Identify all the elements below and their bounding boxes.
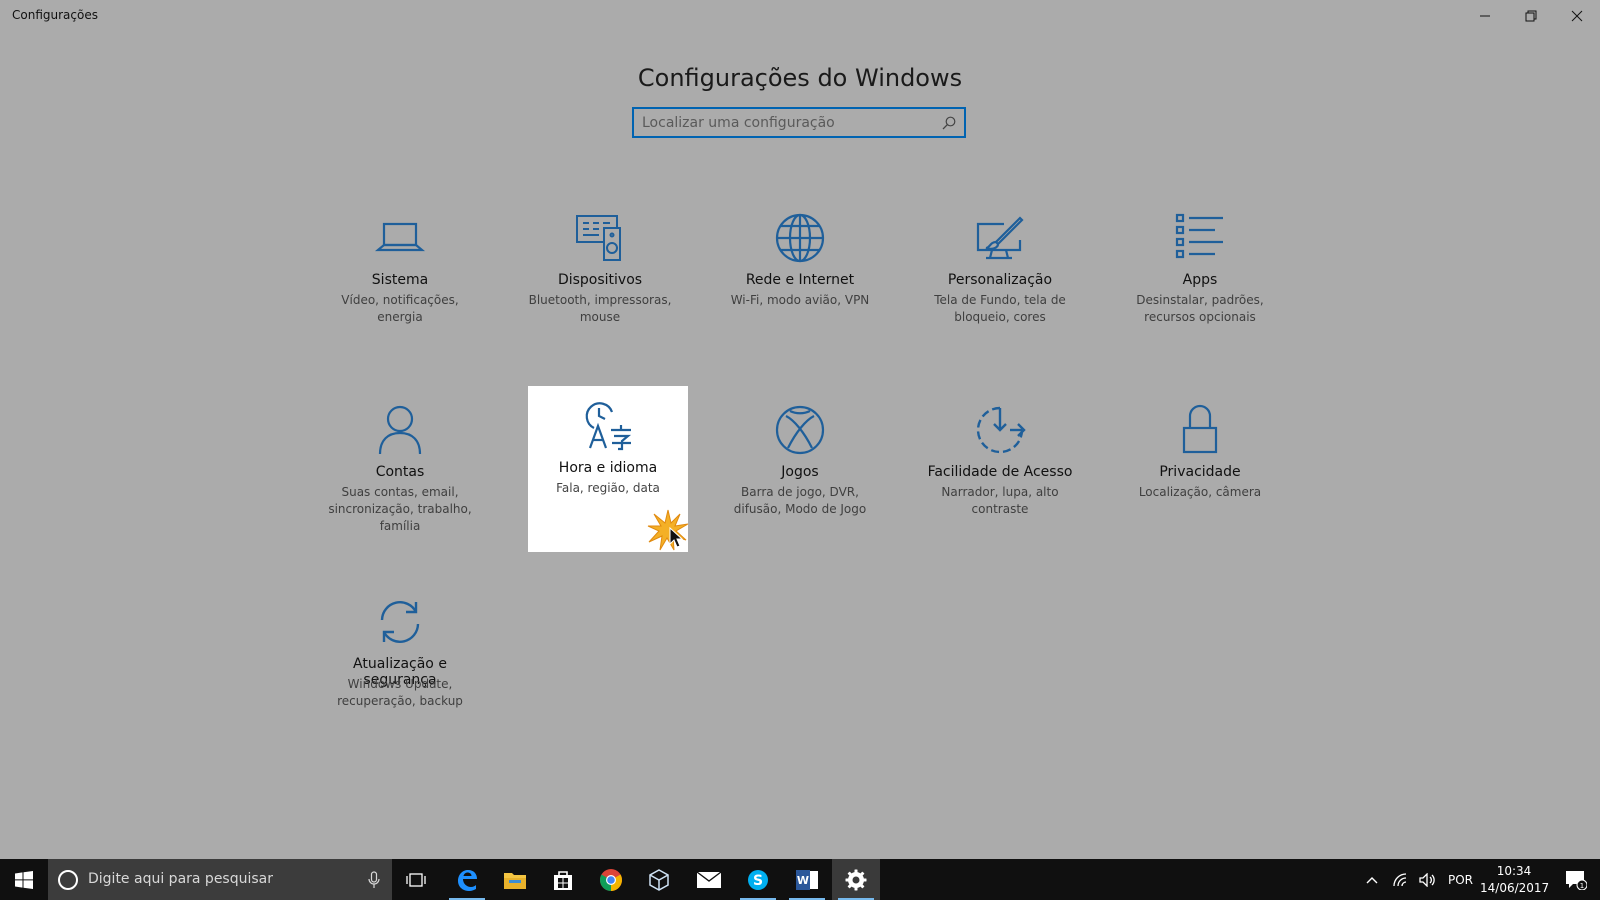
start-button[interactable] (0, 859, 48, 900)
restore-button[interactable] (1508, 0, 1554, 32)
taskbar-word[interactable]: W (783, 859, 831, 900)
close-button[interactable] (1554, 0, 1600, 32)
input-language-indicator[interactable]: POR (1448, 873, 1473, 887)
edge-icon (458, 869, 477, 891)
tile-description: Localização, câmera (1138, 485, 1262, 499)
tile-title: Apps (1182, 272, 1218, 288)
notification-icon: 1 (1566, 870, 1587, 890)
title-bar: Configurações (0, 0, 1600, 32)
tile-title: Jogos (781, 464, 819, 480)
tile-title: Hora e idioma (558, 460, 658, 476)
settings-search-input[interactable] (642, 109, 932, 136)
devices-icon (574, 212, 626, 264)
tile-jogos[interactable]: Jogos Barra de jogo, DVR, difusão, Modo … (720, 390, 880, 556)
minimize-button[interactable] (1462, 0, 1508, 32)
tile-personalizacao[interactable]: Personalização Tela de Fundo, tela de bl… (920, 198, 1080, 364)
notification-count: 1 (1580, 882, 1584, 890)
mail-icon (696, 870, 722, 888)
tile-description: Desinstalar, padrões, recursos opcionais (1136, 293, 1264, 324)
xbox-icon (774, 404, 826, 456)
lock-icon (1174, 404, 1226, 456)
taskbar-search-box[interactable]: Digite aqui para pesquisar (48, 859, 392, 900)
clock-time: 10:34 (1496, 864, 1532, 878)
time-language-icon (582, 400, 634, 452)
settings-search-box[interactable] (632, 107, 966, 138)
window-title: Configurações (12, 8, 98, 22)
taskbar-mail[interactable] (685, 859, 733, 900)
svg-text:S: S (753, 873, 763, 889)
file-explorer-icon (504, 872, 526, 889)
taskbar-file-explorer[interactable] (491, 859, 539, 900)
tile-description: Vídeo, notificações, energia (341, 293, 459, 324)
chrome-icon (600, 868, 622, 891)
taskbar-edge[interactable] (443, 859, 491, 900)
tile-description: Fala, região, data (556, 481, 660, 495)
minimize-icon (1480, 15, 1490, 17)
tile-description: Windows Update, recuperação, backup (337, 677, 463, 708)
tile-description: Barra de jogo, DVR, difusão, Modo de Jog… (733, 485, 867, 516)
close-icon (1571, 10, 1583, 22)
speaker-icon (1419, 872, 1435, 887)
personalization-icon (974, 212, 1026, 264)
task-view-button[interactable] (392, 859, 440, 900)
chevron-up-icon (1366, 876, 1378, 883)
tile-facilidade-acesso[interactable]: Facilidade de Acesso Narrador, lupa, alt… (920, 390, 1080, 556)
svg-text:W: W (797, 874, 809, 887)
update-sync-icon (374, 596, 426, 648)
apps-list-icon (1174, 212, 1226, 264)
search-icon[interactable] (942, 116, 956, 130)
tile-title: Privacidade (1159, 464, 1241, 480)
tile-atualizacao-seguranca[interactable]: Atualização e segurança Windows Update, … (320, 582, 480, 748)
laptop-icon (374, 212, 426, 264)
taskbar-chrome[interactable] (587, 859, 635, 900)
person-icon (374, 404, 426, 456)
page-title: Configurações do Windows (637, 64, 963, 93)
start-icon (15, 870, 33, 889)
tile-title: Sistema (371, 272, 429, 288)
taskbar-clock[interactable]: 10:34 14/06/2017 (1480, 863, 1550, 897)
tile-title: Facilidade de Acesso (927, 464, 1073, 480)
wifi-icon (1393, 872, 1407, 886)
task-view-icon (406, 872, 426, 887)
cortana-icon[interactable] (58, 870, 78, 890)
taskbar-search-placeholder: Digite aqui para pesquisar (88, 871, 274, 887)
virtualbox-icon (649, 868, 669, 891)
tile-description: Tela de Fundo, tela de bloqueio, cores (934, 293, 1066, 324)
tile-description: Narrador, lupa, alto contraste (941, 485, 1059, 516)
taskbar-skype[interactable]: S (734, 859, 782, 900)
tile-dispositivos[interactable]: Dispositivos Bluetooth, impressoras, mou… (520, 198, 680, 364)
store-icon (554, 870, 572, 890)
skype-icon: S (748, 869, 768, 890)
word-icon: W (796, 869, 818, 890)
taskbar-settings[interactable] (832, 859, 880, 900)
settings-grid: Sistema Vídeo, notificações, energia Dis… (320, 198, 1320, 738)
tile-contas[interactable]: Contas Suas contas, email, sincronização… (320, 390, 480, 556)
tile-description: Suas contas, email, sincronização, traba… (328, 485, 472, 533)
tile-title: Personalização (947, 272, 1053, 288)
ease-of-access-icon (974, 404, 1026, 456)
clock-date: 14/06/2017 (1480, 881, 1550, 895)
tile-description: Bluetooth, impressoras, mouse (528, 293, 672, 324)
tile-title: Rede e Internet (745, 272, 855, 288)
show-hidden-icons-button[interactable] (1358, 859, 1386, 900)
action-center-button[interactable]: 1 (1552, 859, 1600, 900)
network-button[interactable] (1386, 859, 1414, 900)
taskbar-virtualbox[interactable] (635, 859, 683, 900)
volume-button[interactable] (1414, 859, 1442, 900)
microphone-icon[interactable] (368, 871, 380, 889)
tile-rede-internet[interactable]: Rede e Internet Wi-Fi, modo avião, VPN (720, 198, 880, 364)
mouse-cursor-icon (647, 509, 689, 551)
restore-icon (1525, 10, 1537, 22)
tile-privacidade[interactable]: Privacidade Localização, câmera (1120, 390, 1280, 556)
tile-description: Wi-Fi, modo avião, VPN (730, 293, 870, 307)
settings-gear-icon (845, 869, 867, 890)
tile-sistema[interactable]: Sistema Vídeo, notificações, energia (320, 198, 480, 364)
tile-apps[interactable]: Apps Desinstalar, padrões, recursos opci… (1120, 198, 1280, 364)
taskbar: Digite aqui para pesquisar S W POR 10:34… (0, 859, 1600, 900)
globe-icon (774, 212, 826, 264)
taskbar-store[interactable] (539, 859, 587, 900)
tile-title: Dispositivos (557, 272, 643, 288)
tile-title: Contas (375, 464, 425, 480)
